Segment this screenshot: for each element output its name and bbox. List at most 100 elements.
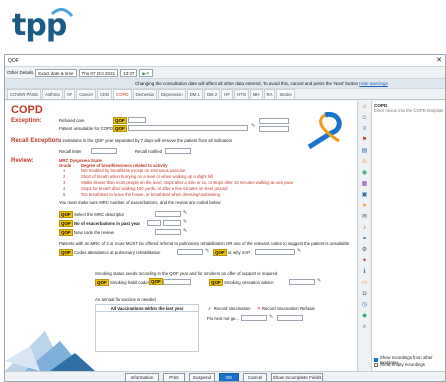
ok-button[interactable]: OK [219,373,239,381]
calendar-icon[interactable]: ▣ [361,191,369,199]
star-icon[interactable]: ★ [361,202,369,210]
review-code-input[interactable] [155,229,181,235]
exception-date-input-2[interactable] [259,126,289,132]
suspend-button[interactable]: Suspend [189,373,215,381]
other-details-label: Other Details [7,70,34,75]
template-info-panel: COPD Enter nexus into the COPD template … [371,101,445,371]
flag-icon[interactable]: ⚑ [361,136,369,144]
date-warning-text: Changing the consultation date will affe… [135,81,358,86]
person-icon[interactable]: ☺ [361,114,369,122]
smoking-habit-input[interactable] [163,279,191,285]
edit-pencil-icon[interactable]: ✎ [297,248,301,254]
tab-hf[interactable]: HF [221,89,233,99]
tab-copd[interactable]: COPD [113,89,132,99]
close-icon[interactable]: ✕ [436,55,442,67]
smoking-advice-input[interactable] [289,279,315,285]
smoking-advice-row: QOF Smoking cessation advice [209,279,274,286]
information-button[interactable]: Information [125,373,159,381]
rehab-why-input[interactable] [255,249,295,255]
tab-dm-1[interactable]: DM 1 [186,89,203,99]
review-heading: Review: [11,158,34,164]
chart-icon[interactable]: ▦ [361,180,369,188]
pin-icon[interactable]: ✦ [361,257,369,265]
tab-af[interactable]: AF [63,89,76,99]
rehab-input[interactable] [177,249,203,255]
rehab-row: QOF Codes attendance at pulmonary rehabi… [59,249,161,256]
must-note: You must make sure MRC number of exacerb… [59,200,221,205]
list-icon[interactable]: ≡ [361,125,369,133]
edit-pencil-icon[interactable]: ✎ [317,278,321,284]
flu-input[interactable] [241,315,267,321]
tpp-logo: tpp [6,6,76,46]
button-bar: Information Print Suspend OK Cancel Show… [5,371,445,381]
pill-icon[interactable]: ◉ [361,169,369,177]
gear-icon[interactable]: ⚙ [361,246,369,254]
tab-cancer[interactable]: Cancer [76,89,97,99]
tab-stroke[interactable]: Stroke [276,89,295,99]
hide-warnings-link[interactable]: Hide warnings [359,81,388,86]
smoking-habit-row: QOF Smoking habit codes [95,279,150,286]
exacerbations-input[interactable] [147,220,161,226]
date-field[interactable]: Thu 07 Oct 2021 [78,68,119,77]
brand-header: tpp [0,0,446,50]
letter-icon[interactable]: ✉ [361,213,369,221]
exacerbations-row: QOF No of exacerbations in past year [59,220,141,227]
edit-pencil-icon[interactable]: ✎ [183,219,187,225]
date-mode-select[interactable]: Exact date & time [35,68,77,77]
review-code-row: QOF Now code the review [59,229,114,236]
tab-ra[interactable]: RA [263,89,276,99]
tab-dm-2[interactable]: DM 2 [203,89,221,99]
copd-form: COPD Exception: Refused care QOF Patient… [5,101,357,371]
consultation-toolbar: Other Details Exact date & time Thu 07 O… [5,67,445,79]
mrc-grade: 5 [63,192,66,197]
time-field[interactable]: 13:37 [120,68,138,77]
tab-ckd[interactable]: CKD [97,89,113,99]
clock-icon[interactable]: ◷ [361,301,369,309]
edit-pencil-icon[interactable]: ✎ [183,228,187,234]
exception-unsuitable-input[interactable] [128,125,248,131]
vaccination-list-title: All Vaccinations within the last year [96,305,198,312]
mrc-grade: 3 [63,180,66,185]
link-icon[interactable]: ⚭ [361,235,369,243]
smoking-habit-code: QOF [149,278,163,285]
tab-dementia[interactable]: Dementia [132,89,157,99]
rehab-why-row: QOF or why not? [213,249,251,256]
record-refusal-button[interactable]: ✕ Record Vaccination Refusal [257,306,315,312]
tab-mh[interactable]: MH [249,89,263,99]
tab-depression[interactable]: Depression [157,89,186,99]
page-title: COPD [11,104,43,116]
mrc-grade: 1 [63,168,66,173]
exacerbations-date-input[interactable] [163,220,181,226]
exception-refused-code: QOF [113,117,127,124]
recall-notified-input[interactable] [165,148,191,154]
edit-pencil-icon[interactable]: ✎ [205,248,209,254]
search-icon[interactable]: ⌕ [361,323,369,331]
document-icon[interactable]: ▤ [361,147,369,155]
record-vaccination-button[interactable]: 💉 Record Vaccination [207,306,251,312]
edit-pencil-icon[interactable]: ✎ [251,123,255,129]
recall-letter-label: Recall letter [59,149,82,154]
tab-cover-page[interactable]: COVER PAGE [7,89,42,99]
warning-icon[interactable]: ⚠ [361,158,369,166]
tag-icon[interactable]: ◆ [361,312,369,320]
show-empty-checkbox[interactable]: Show empty recordings [374,362,425,367]
vaccination-list[interactable]: All Vaccinations within the last year [95,304,199,352]
exception-refused-input[interactable] [128,117,146,123]
folder-icon[interactable]: ▭ [361,279,369,287]
info-icon[interactable]: ℹ [361,268,369,276]
exception-date-input[interactable] [259,118,289,124]
show-incomplete-button[interactable]: Show Incomplete Fields [271,373,323,381]
print-button[interactable]: Print [163,373,185,381]
tab-htn[interactable]: HTN [233,89,249,99]
mrc-descriptor-input[interactable] [155,211,181,217]
lock-icon[interactable]: ◘ [361,290,369,298]
cancel-button[interactable]: Cancel [243,373,267,381]
tab-asthma[interactable]: Asthma [42,89,63,99]
flu-date-input[interactable] [277,315,303,321]
recall-letter-input[interactable] [91,148,117,154]
bell-icon[interactable]: ♪ [361,224,369,232]
edit-pencil-icon[interactable]: ✎ [183,210,187,216]
home-icon[interactable]: ⌂ [361,103,369,111]
edit-pencil-icon[interactable]: ✎ [269,314,273,320]
clear-date-button[interactable]: ▶✕ [139,68,153,77]
